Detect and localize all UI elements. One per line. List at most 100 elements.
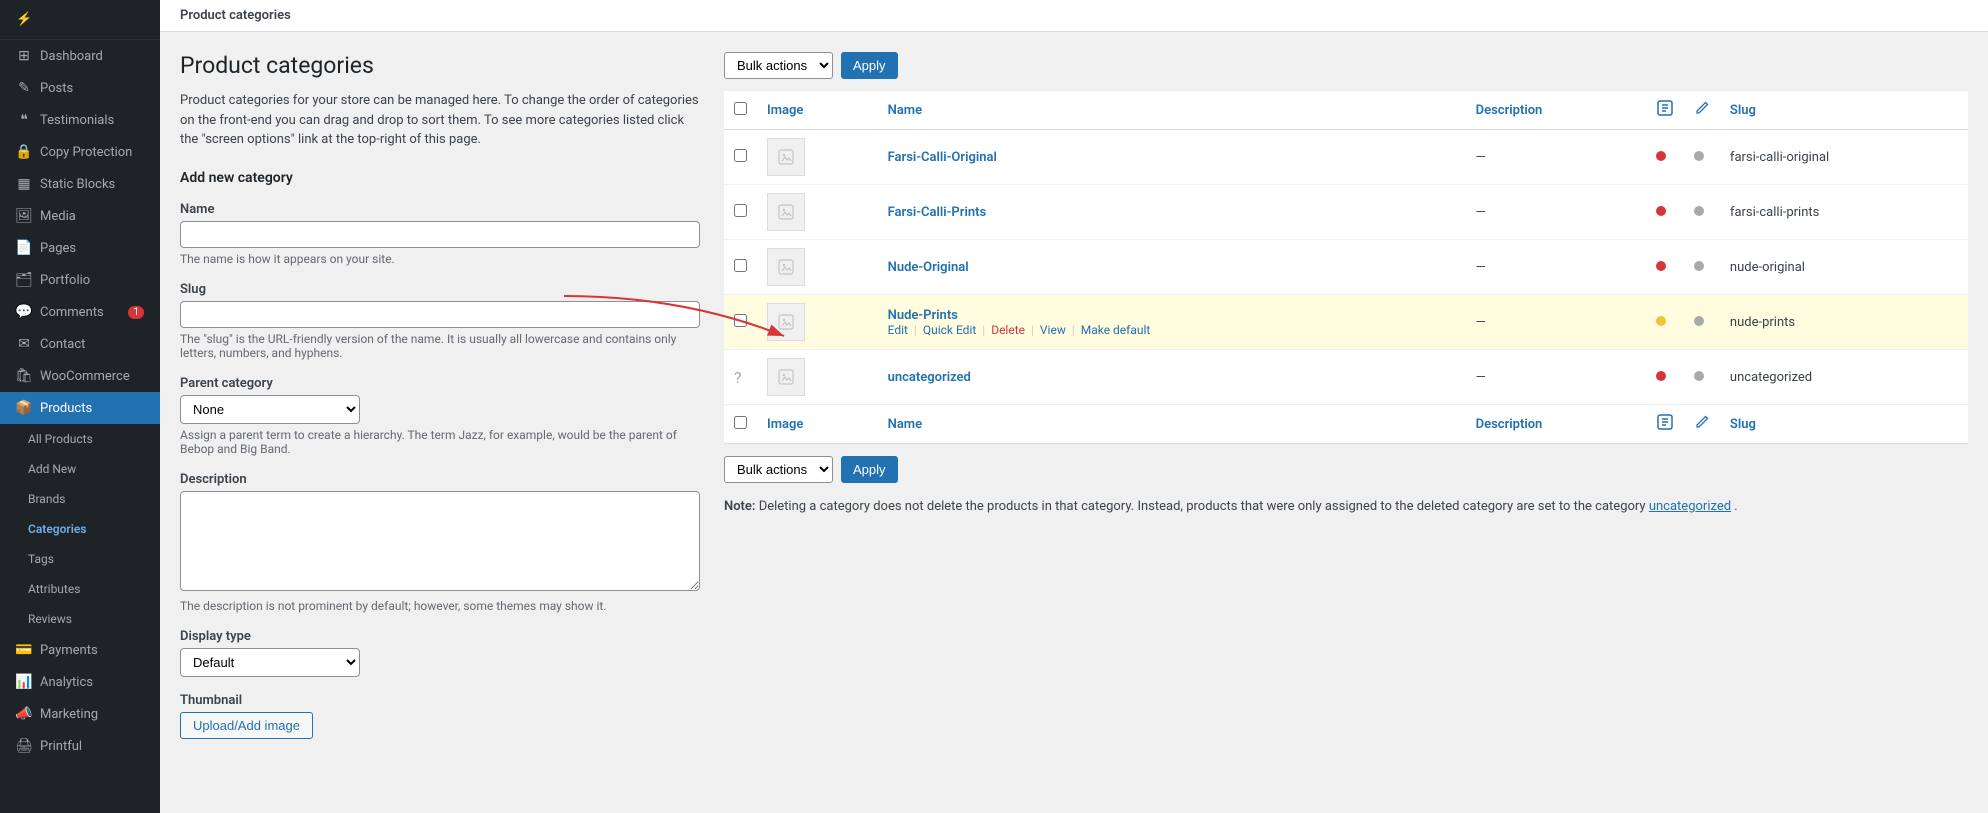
submenu-reviews[interactable]: Reviews (0, 604, 160, 634)
bulk-actions-select-top[interactable]: Bulk actions (724, 52, 833, 79)
category-name-link[interactable]: uncategorized (888, 370, 971, 385)
row-checkbox[interactable] (734, 149, 747, 162)
sidebar-item-woocommerce[interactable]: 🛍 WooCommerce (0, 360, 160, 392)
name-sort-link[interactable]: Name (888, 103, 922, 118)
categories-table: Image Name Description Slug (724, 91, 1968, 444)
bulk-actions-select-bottom[interactable]: Bulk actions (724, 456, 833, 483)
submenu-attributes[interactable]: Attributes (0, 574, 160, 604)
slug-label: Slug (180, 282, 700, 297)
table-row: Nude-Original Edit| Quick Edit| Delete| … (724, 240, 1968, 295)
slug-sort-link-footer[interactable]: Slug (1730, 417, 1756, 432)
row-image (767, 138, 805, 176)
submenu-all-products[interactable]: All Products (0, 424, 160, 454)
posts-icon: ✎ (16, 80, 32, 96)
name-input[interactable] (180, 221, 700, 248)
edit-link[interactable]: Edit (888, 323, 908, 337)
note-section: Note: Deleting a category does not delet… (724, 499, 1968, 514)
col-icon1 (1646, 91, 1684, 130)
add-new-label: Add New (28, 462, 76, 476)
description-field: Description The description is not promi… (180, 472, 700, 613)
description-sort-link[interactable]: Description (1476, 103, 1543, 118)
row-description: — (1466, 295, 1646, 350)
add-category-section-title: Add new category (180, 170, 700, 186)
name-sort-link-footer[interactable]: Name (888, 417, 922, 432)
sidebar-item-testimonials[interactable]: ❝ Testimonials (0, 104, 160, 136)
sidebar-item-label: Products (40, 401, 92, 416)
sidebar-item-portfolio[interactable]: 🗂 Portfolio (0, 264, 160, 296)
contact-icon: ✉ (16, 336, 32, 352)
slug-input[interactable] (180, 301, 700, 328)
dot1 (1656, 371, 1666, 381)
make-default-link[interactable]: Make default (1081, 323, 1151, 337)
col-name-footer: Name (878, 405, 1466, 444)
row-description: — (1466, 130, 1646, 185)
note-text: Deleting a category does not delete the … (759, 499, 1646, 514)
col-name: Name (878, 91, 1466, 130)
thumbnail-label: Thumbnail (180, 693, 700, 708)
sidebar-item-analytics[interactable]: 📊 Analytics (0, 666, 160, 698)
sidebar-item-contact[interactable]: ✉ Contact (0, 328, 160, 360)
slug-sort-link[interactable]: Slug (1730, 103, 1756, 118)
delete-link[interactable]: Delete (991, 323, 1025, 337)
upload-image-button[interactable]: Upload/Add image (180, 712, 313, 739)
sidebar-item-media[interactable]: 🖼 Media (0, 200, 160, 232)
sidebar-item-marketing[interactable]: 📣 Marketing (0, 698, 160, 730)
products-icon: 📦 (16, 400, 32, 416)
sidebar-item-posts[interactable]: ✎ Posts (0, 72, 160, 104)
reviews-label: Reviews (28, 612, 72, 626)
sidebar-item-label: Printful (40, 739, 82, 754)
testimonials-icon: ❝ (16, 112, 32, 128)
category-name-link[interactable]: Nude-Original (888, 260, 969, 275)
display-type-label: Display type (180, 629, 700, 644)
col-slug-footer: Slug (1720, 405, 1968, 444)
sidebar-item-label: Analytics (40, 675, 93, 690)
dot2 (1694, 316, 1704, 326)
sidebar-item-static-blocks[interactable]: ▦ Static Blocks (0, 168, 160, 200)
sidebar-item-products[interactable]: 📦 Products (0, 392, 160, 424)
category-name-link[interactable]: Farsi-Calli-Prints (888, 205, 987, 220)
select-all-checkbox-top[interactable] (734, 102, 747, 115)
sidebar-item-label: Marketing (40, 707, 98, 722)
note-end: . (1734, 499, 1737, 514)
sidebar-item-label: Dashboard (40, 49, 103, 64)
row-description: — (1466, 240, 1646, 295)
view-link[interactable]: View (1040, 323, 1066, 337)
dot1 (1656, 261, 1666, 271)
row-checkbox[interactable] (734, 314, 747, 327)
submenu-tags[interactable]: Tags (0, 544, 160, 574)
col-icon1-footer (1646, 405, 1684, 444)
category-name-link[interactable]: Nude-Prints (888, 308, 958, 323)
sidebar-item-payments[interactable]: 💳 Payments (0, 634, 160, 666)
submenu-brands[interactable]: Brands (0, 484, 160, 514)
apply-button-bottom[interactable]: Apply (841, 456, 898, 483)
quick-edit-link[interactable]: Quick Edit (923, 323, 976, 337)
sidebar-item-printful[interactable]: 🖨 Printful (0, 730, 160, 762)
sidebar-item-pages[interactable]: 📄 Pages (0, 232, 160, 264)
sidebar-item-label: Copy Protection (40, 145, 132, 160)
description-sort-link-footer[interactable]: Description (1476, 417, 1543, 432)
media-icon: 🖼 (16, 208, 32, 224)
copy-protection-icon: 🔒 (16, 144, 32, 160)
parent-select[interactable]: None (180, 395, 360, 424)
uncategorized-link[interactable]: uncategorized (1649, 499, 1731, 514)
table-row: ? uncategorized Edit| (724, 350, 1968, 405)
display-type-select[interactable]: Default (180, 648, 360, 677)
apply-button-top[interactable]: Apply (841, 52, 898, 79)
main-content: Product categories Product categories Pr… (160, 0, 1988, 813)
sidebar-item-label: WooCommerce (40, 369, 130, 384)
sidebar-item-label: Testimonials (40, 113, 114, 128)
sidebar-item-dashboard[interactable]: ⊞ Dashboard (0, 40, 160, 72)
submenu-categories[interactable]: Categories (0, 514, 160, 544)
row-checkbox[interactable] (734, 259, 747, 272)
row-checkbox[interactable] (734, 204, 747, 217)
select-all-checkbox-bottom[interactable] (734, 416, 747, 429)
sidebar-item-comments[interactable]: 💬 Comments 1 (0, 296, 160, 328)
submenu-add-new[interactable]: Add New (0, 454, 160, 484)
row-slug: nude-prints (1720, 295, 1968, 350)
table-row: Farsi-Calli-Original Edit| Quick Edit| D… (724, 130, 1968, 185)
table-row: Farsi-Calli-Prints Edit| Quick Edit| Del… (724, 185, 1968, 240)
sidebar-item-copy-protection[interactable]: 🔒 Copy Protection (0, 136, 160, 168)
name-field: Name The name is how it appears on your … (180, 202, 700, 266)
category-name-link[interactable]: Farsi-Calli-Original (888, 150, 997, 165)
description-textarea[interactable] (180, 491, 700, 591)
